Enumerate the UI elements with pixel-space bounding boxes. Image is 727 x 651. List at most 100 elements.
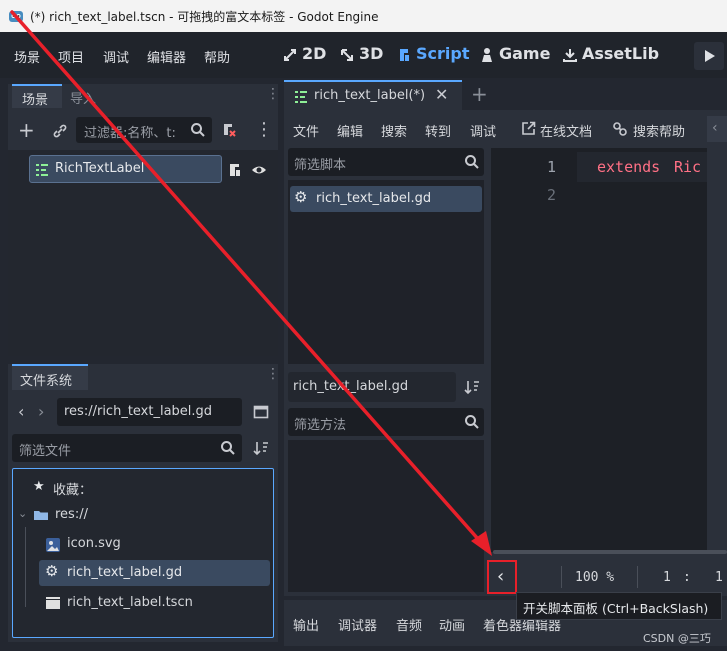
scene-dock: 场景 导入 ⋮ + 过滤器:名称、t: ⋮ RichTextLabel (8, 84, 280, 356)
add-node-icon[interactable]: + (18, 120, 35, 140)
new-tab-icon[interactable]: + (471, 82, 488, 106)
image-file-icon (46, 538, 60, 552)
filesystem-filter-input[interactable]: 筛选文件 (12, 434, 242, 462)
search-icon (465, 415, 479, 429)
richtextlabel-node-icon (295, 91, 307, 103)
script-icon (400, 49, 409, 61)
tab-debugger[interactable]: 调试器 (338, 615, 377, 634)
sort-icon[interactable] (253, 440, 269, 456)
play-button[interactable] (694, 42, 724, 70)
dock-menu-icon[interactable]: ⋮ (266, 86, 280, 102)
star-icon: ★ (33, 479, 45, 494)
link-icon[interactable] (52, 123, 68, 139)
forward-icon[interactable]: › (38, 402, 44, 421)
script-list-item[interactable]: ⚙ rich_text_label.gd (290, 186, 482, 212)
divider (561, 566, 562, 588)
3d-icon (341, 49, 353, 61)
watermark: CSDN @三巧 (643, 632, 711, 645)
file-item-rich-text-label-tscn[interactable]: rich_text_label.tscn (67, 595, 193, 610)
script-list: ⚙ rich_text_label.gd (288, 180, 484, 364)
tab-rich-text-label-scene[interactable]: rich_text_label(*) ✕ (284, 80, 462, 110)
back-icon[interactable]: ‹ (18, 402, 24, 421)
window-title: (*) rich_text_label.tscn - 可拖拽的富文本标签 - G… (30, 10, 379, 24)
script-menu-edit[interactable]: 编辑 (337, 121, 363, 140)
filter-methods-input[interactable]: 筛选方法 (288, 408, 484, 436)
scene-filter-input[interactable]: 过滤器:名称、t: (76, 117, 212, 143)
line-number: 2 (547, 186, 557, 204)
folder-icon (34, 511, 48, 520)
script-menu-file[interactable]: 文件 (293, 121, 319, 140)
file-tree: ★ 收藏： ⌄ res:// icon.svg ⚙ rich_text_labe… (12, 468, 274, 638)
chevron-left-icon: ‹ (712, 120, 718, 136)
gear-icon: ⚙ (45, 562, 59, 580)
menu-debug[interactable]: 调试 (103, 47, 129, 66)
cursor-line: 1 (663, 570, 671, 585)
2d-icon (284, 49, 296, 61)
method-list (288, 440, 484, 592)
scene-node-richtextlabel[interactable]: RichTextLabel (29, 155, 222, 183)
scene-tree: RichTextLabel (8, 150, 278, 356)
cursor-column: 1 (715, 570, 723, 585)
search-icon (465, 155, 479, 169)
script-menu-debug[interactable]: 调试 (470, 121, 496, 140)
code-text: Ric (674, 158, 702, 176)
filter-scripts-input[interactable]: 筛选脚本 (288, 148, 484, 176)
scene-file-icon (46, 597, 60, 609)
tab-import[interactable]: 导入 (70, 88, 96, 107)
gear-icon: ⚙ (294, 188, 308, 206)
divider (637, 566, 638, 588)
tree-guide (25, 527, 26, 607)
toggle-split-icon[interactable] (253, 404, 269, 420)
external-link-icon (522, 121, 536, 135)
toolbar-scroll-left[interactable]: ‹ (707, 116, 727, 142)
chevron-left-icon: ‹ (497, 566, 505, 587)
favorites-label: 收藏： (53, 483, 93, 498)
file-item-res[interactable]: res:// (55, 507, 88, 522)
game-icon (482, 48, 492, 62)
file-item-rich-text-label-gd[interactable]: ⚙ rich_text_label.gd (39, 560, 270, 586)
sort-icon[interactable] (464, 379, 480, 395)
tab-scene[interactable]: 场景 (12, 84, 62, 108)
filesystem-menu-icon[interactable]: ⋮ (266, 366, 280, 382)
richtextlabel-node-icon (36, 164, 48, 176)
godot-logo-icon (9, 11, 23, 22)
more-options-icon[interactable]: ⋮ (255, 119, 273, 140)
code-editor[interactable]: 1 2 extends Ric (491, 148, 727, 554)
assetlib-icon (563, 49, 577, 62)
minimap-area (707, 148, 727, 552)
tab-filesystem[interactable]: 文件系统 (12, 364, 88, 390)
close-tab-icon[interactable]: ✕ (435, 85, 448, 104)
code-keyword: extends (597, 158, 661, 176)
line-number: 1 (547, 158, 557, 176)
search-icon (191, 123, 205, 137)
window-titlebar: (*) rich_text_label.tscn - 可拖拽的富文本标签 - G… (0, 0, 727, 32)
current-script-field: rich_text_label.gd (288, 372, 456, 402)
tab-audio[interactable]: 音频 (396, 615, 422, 634)
filesystem-path-field[interactable]: res://rich_text_label.gd (57, 398, 242, 426)
visibility-eye-icon[interactable] (251, 162, 267, 178)
cursor-separator: : (683, 570, 691, 585)
toggle-scripts-panel-button[interactable]: ‹ (487, 560, 517, 594)
menu-project[interactable]: 项目 (58, 47, 84, 66)
tab-animation[interactable]: 动画 (439, 615, 465, 634)
attach-script-icon[interactable] (221, 122, 237, 138)
script-toolbar: 文件 编辑 搜索 转到 调试 在线文档 搜索帮助 ‹ (284, 110, 727, 146)
script-menu-goto[interactable]: 转到 (425, 121, 451, 140)
menu-editor[interactable]: 编辑器 (147, 47, 186, 66)
script-attached-icon[interactable] (227, 162, 243, 178)
filesystem-dock: 文件系统 ⋮ ‹ › res://rich_text_label.gd 筛选文件… (8, 364, 280, 642)
editor-menubar: 场景 项目 调试 编辑器 帮助 2D 3D Script Game AssetL… (0, 32, 727, 78)
menu-scene[interactable]: 场景 (14, 47, 40, 66)
tab-output[interactable]: 输出 (293, 615, 319, 634)
horizontal-scrollbar[interactable] (493, 550, 727, 554)
help-search-icon (613, 122, 627, 136)
script-editor: 文件 编辑 搜索 转到 调试 在线文档 搜索帮助 ‹ 筛选脚本 ⚙ rich_t… (284, 110, 727, 596)
file-item-icon-svg[interactable]: icon.svg (67, 536, 121, 551)
chevron-down-icon[interactable]: ⌄ (18, 507, 27, 520)
zoom-level[interactable]: 100 % (575, 570, 614, 585)
search-icon (221, 441, 235, 455)
script-menu-search[interactable]: 搜索 (381, 121, 407, 140)
menu-help[interactable]: 帮助 (204, 47, 230, 66)
code-status-bar: ‹ 100 % 1 : 1 (487, 558, 727, 596)
tooltip: 开关脚本面板 (Ctrl+BackSlash) (516, 592, 722, 620)
